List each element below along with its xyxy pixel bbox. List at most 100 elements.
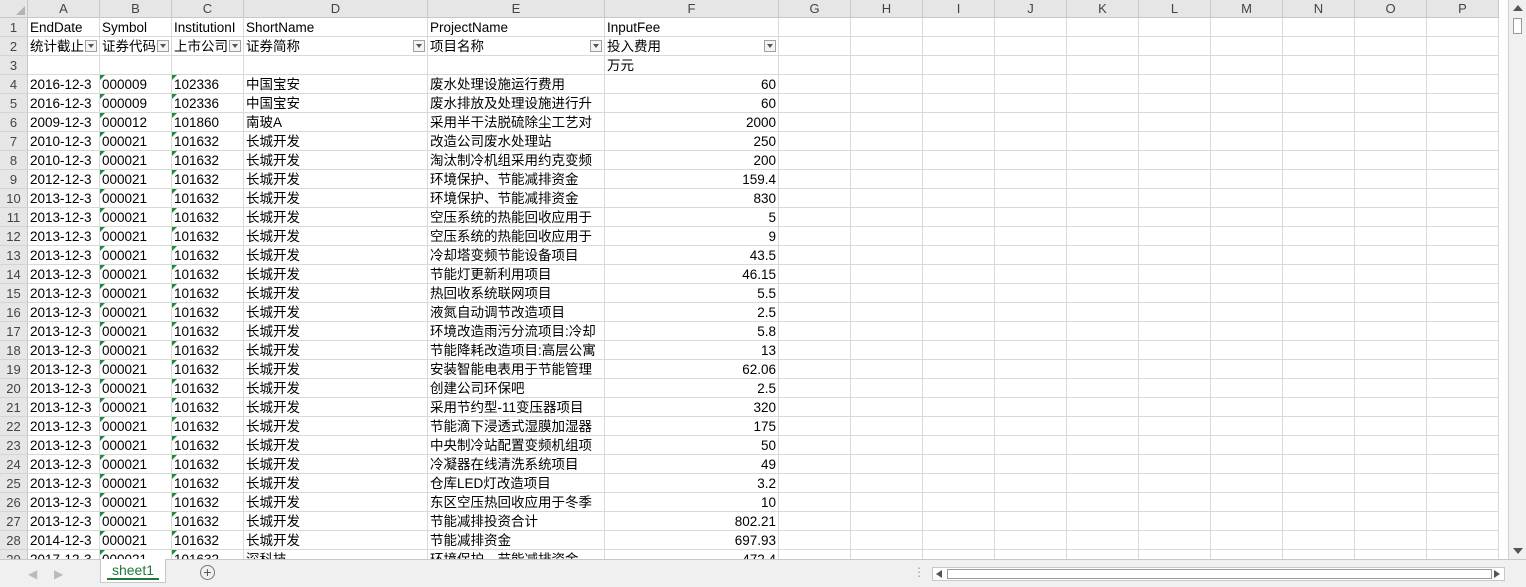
cell-a12[interactable]: 2013-12-3 bbox=[28, 227, 100, 246]
cell-a26[interactable]: 2013-12-3 bbox=[28, 493, 100, 512]
cell-g13[interactable] bbox=[779, 246, 851, 265]
cell-h17[interactable] bbox=[851, 322, 923, 341]
cell-h25[interactable] bbox=[851, 474, 923, 493]
cell-i2[interactable] bbox=[923, 37, 995, 56]
cell-g20[interactable] bbox=[779, 379, 851, 398]
cell-c15[interactable]: 101632 bbox=[172, 284, 244, 303]
cell-b7[interactable]: 000021 bbox=[100, 132, 172, 151]
cell-l12[interactable] bbox=[1139, 227, 1211, 246]
cell-g21[interactable] bbox=[779, 398, 851, 417]
cell-h24[interactable] bbox=[851, 455, 923, 474]
cell-e21[interactable]: 采用节约型-11变压器项目 bbox=[428, 398, 605, 417]
row-header-15[interactable]: 15 bbox=[0, 284, 28, 303]
cell-f23[interactable]: 50 bbox=[605, 436, 779, 455]
cell-k28[interactable] bbox=[1067, 531, 1139, 550]
cell-o7[interactable] bbox=[1355, 132, 1427, 151]
column-header-m[interactable]: M bbox=[1211, 0, 1283, 18]
cell-d5[interactable]: 中国宝安 bbox=[244, 94, 428, 113]
cell-a22[interactable]: 2013-12-3 bbox=[28, 417, 100, 436]
cell-k13[interactable] bbox=[1067, 246, 1139, 265]
cell-c3[interactable] bbox=[172, 56, 244, 75]
row-header-11[interactable]: 11 bbox=[0, 208, 28, 227]
cell-e7[interactable]: 改造公司废水处理站 bbox=[428, 132, 605, 151]
cell-n12[interactable] bbox=[1283, 227, 1355, 246]
cell-d19[interactable]: 长城开发 bbox=[244, 360, 428, 379]
cell-n19[interactable] bbox=[1283, 360, 1355, 379]
cell-o28[interactable] bbox=[1355, 531, 1427, 550]
cell-l23[interactable] bbox=[1139, 436, 1211, 455]
cell-j4[interactable] bbox=[995, 75, 1067, 94]
cell-i21[interactable] bbox=[923, 398, 995, 417]
cell-n27[interactable] bbox=[1283, 512, 1355, 531]
cell-m8[interactable] bbox=[1211, 151, 1283, 170]
cell-l2[interactable] bbox=[1139, 37, 1211, 56]
cell-b18[interactable]: 000021 bbox=[100, 341, 172, 360]
cell-c2[interactable]: 上市公司 bbox=[172, 37, 244, 56]
cell-h6[interactable] bbox=[851, 113, 923, 132]
cell-p10[interactable] bbox=[1427, 189, 1499, 208]
column-header-k[interactable]: K bbox=[1067, 0, 1139, 18]
horizontal-scroll-thumb[interactable] bbox=[947, 569, 1492, 579]
cell-g11[interactable] bbox=[779, 208, 851, 227]
filter-dropdown-icon[interactable] bbox=[229, 40, 241, 52]
cell-e16[interactable]: 液氮自动调节改造项目 bbox=[428, 303, 605, 322]
cell-h8[interactable] bbox=[851, 151, 923, 170]
cell-i26[interactable] bbox=[923, 493, 995, 512]
cell-n14[interactable] bbox=[1283, 265, 1355, 284]
cell-i23[interactable] bbox=[923, 436, 995, 455]
row-header-22[interactable]: 22 bbox=[0, 417, 28, 436]
cell-m12[interactable] bbox=[1211, 227, 1283, 246]
cell-n5[interactable] bbox=[1283, 94, 1355, 113]
cell-c20[interactable]: 101632 bbox=[172, 379, 244, 398]
horizontal-scrollbar[interactable] bbox=[932, 567, 1505, 581]
cell-m25[interactable] bbox=[1211, 474, 1283, 493]
cell-g27[interactable] bbox=[779, 512, 851, 531]
cell-j2[interactable] bbox=[995, 37, 1067, 56]
cell-a15[interactable]: 2013-12-3 bbox=[28, 284, 100, 303]
cell-c27[interactable]: 101632 bbox=[172, 512, 244, 531]
cell-b1[interactable]: Symbol bbox=[100, 18, 172, 37]
cell-o26[interactable] bbox=[1355, 493, 1427, 512]
row-header-13[interactable]: 13 bbox=[0, 246, 28, 265]
cell-h12[interactable] bbox=[851, 227, 923, 246]
cell-o2[interactable] bbox=[1355, 37, 1427, 56]
cell-j22[interactable] bbox=[995, 417, 1067, 436]
cell-e8[interactable]: 淘汰制冷机组采用约克变频 bbox=[428, 151, 605, 170]
cell-d24[interactable]: 长城开发 bbox=[244, 455, 428, 474]
cell-c26[interactable]: 101632 bbox=[172, 493, 244, 512]
row-header-20[interactable]: 20 bbox=[0, 379, 28, 398]
cell-l4[interactable] bbox=[1139, 75, 1211, 94]
cell-h3[interactable] bbox=[851, 56, 923, 75]
cell-b20[interactable]: 000021 bbox=[100, 379, 172, 398]
cell-c11[interactable]: 101632 bbox=[172, 208, 244, 227]
cell-f22[interactable]: 175 bbox=[605, 417, 779, 436]
cell-o27[interactable] bbox=[1355, 512, 1427, 531]
cell-o4[interactable] bbox=[1355, 75, 1427, 94]
cell-o19[interactable] bbox=[1355, 360, 1427, 379]
cell-g25[interactable] bbox=[779, 474, 851, 493]
cell-i18[interactable] bbox=[923, 341, 995, 360]
filter-dropdown-icon[interactable] bbox=[413, 40, 425, 52]
cell-g28[interactable] bbox=[779, 531, 851, 550]
cell-i9[interactable] bbox=[923, 170, 995, 189]
cell-l11[interactable] bbox=[1139, 208, 1211, 227]
cell-g12[interactable] bbox=[779, 227, 851, 246]
cell-g14[interactable] bbox=[779, 265, 851, 284]
cell-g23[interactable] bbox=[779, 436, 851, 455]
cell-m23[interactable] bbox=[1211, 436, 1283, 455]
cell-i7[interactable] bbox=[923, 132, 995, 151]
cell-k23[interactable] bbox=[1067, 436, 1139, 455]
column-header-c[interactable]: C bbox=[172, 0, 244, 18]
cell-k12[interactable] bbox=[1067, 227, 1139, 246]
cell-f4[interactable]: 60 bbox=[605, 75, 779, 94]
cell-a21[interactable]: 2013-12-3 bbox=[28, 398, 100, 417]
row-header-14[interactable]: 14 bbox=[0, 265, 28, 284]
row-header-6[interactable]: 6 bbox=[0, 113, 28, 132]
cell-h10[interactable] bbox=[851, 189, 923, 208]
cell-d2[interactable]: 证券简称 bbox=[244, 37, 428, 56]
cell-d4[interactable]: 中国宝安 bbox=[244, 75, 428, 94]
cell-p1[interactable] bbox=[1427, 18, 1499, 37]
cell-p8[interactable] bbox=[1427, 151, 1499, 170]
cell-f19[interactable]: 62.06 bbox=[605, 360, 779, 379]
cell-f16[interactable]: 2.5 bbox=[605, 303, 779, 322]
